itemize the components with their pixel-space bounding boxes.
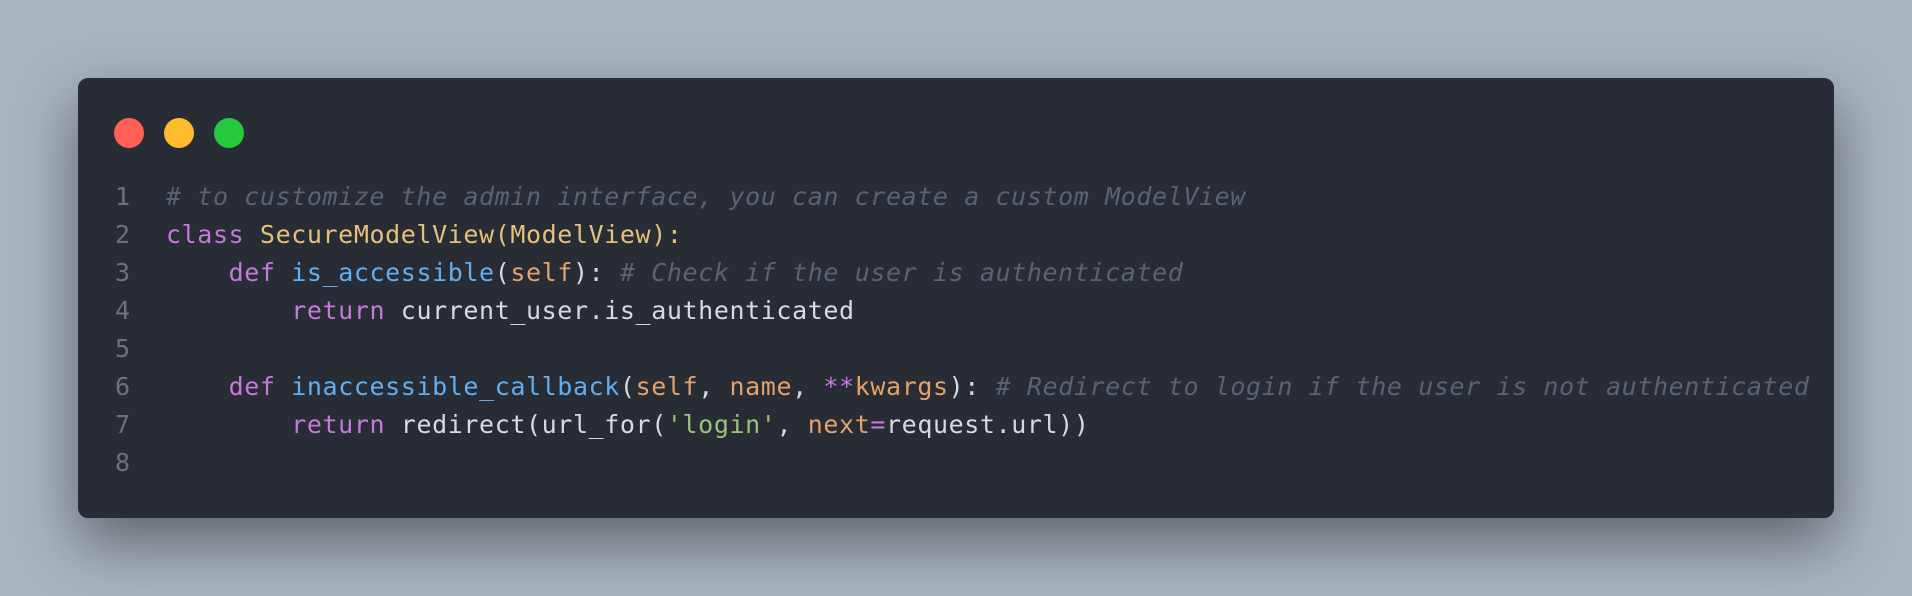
- code-token: ):: [572, 258, 620, 287]
- code-text: def inaccessible_callback(self, name, **…: [166, 368, 1810, 406]
- code-token: ):: [948, 372, 996, 401]
- code-token: def: [228, 258, 276, 287]
- code-line: 2 class SecureModelView(ModelView):: [78, 216, 1834, 254]
- code-text: return redirect(url_for('login', next=re…: [166, 406, 1089, 444]
- code-block: 1 # to customize the admin interface, you…: [78, 178, 1834, 482]
- code-token: return: [291, 296, 386, 325]
- line-number: 1: [114, 182, 130, 211]
- code-token: ,: [776, 410, 808, 439]
- code-token: (: [494, 258, 511, 287]
- code-token: ,: [698, 372, 730, 401]
- code-line: 4 return current_user.is_authenticated: [78, 292, 1834, 330]
- code-token: request.url)): [886, 410, 1090, 439]
- code-token: current_user.is_authenticated: [385, 296, 855, 325]
- code-token: =: [870, 410, 887, 439]
- code-token: # Redirect to login if the user is not a…: [995, 372, 1810, 401]
- code-token: ,: [792, 372, 824, 401]
- code-window: 1 # to customize the admin interface, you…: [78, 78, 1834, 518]
- code-token: def: [228, 372, 276, 401]
- code-token: # to customize the admin interface, you …: [166, 182, 1246, 211]
- code-line: 1 # to customize the admin interface, you…: [78, 178, 1834, 216]
- line-number: 8: [114, 448, 130, 477]
- close-dot-icon[interactable]: [114, 118, 144, 148]
- code-token: name: [729, 372, 793, 401]
- code-token: inaccessible_callback: [291, 372, 620, 401]
- code-text: # to customize the admin interface, you …: [166, 178, 1246, 216]
- code-token: class: [166, 220, 245, 249]
- minimize-dot-icon[interactable]: [164, 118, 194, 148]
- code-line: 7 return redirect(url_for('login', next=…: [78, 406, 1834, 444]
- code-token: is_accessible: [291, 258, 495, 287]
- code-token: (: [619, 372, 636, 401]
- code-token: kwargs: [854, 372, 949, 401]
- code-token: # Check if the user is authenticated: [619, 258, 1184, 287]
- code-token: **: [823, 372, 855, 401]
- code-text: return current_user.is_authenticated: [166, 292, 855, 330]
- code-token: self: [635, 372, 699, 401]
- code-token: 'login': [666, 410, 777, 439]
- code-text: def is_accessible(self): # Check if the …: [166, 254, 1183, 292]
- code-token: self: [510, 258, 573, 287]
- code-line: 3 def is_accessible(self): # Check if th…: [78, 254, 1834, 292]
- line-number: 6: [114, 372, 130, 401]
- code-line: 6 def inaccessible_callback(self, name, …: [78, 368, 1834, 406]
- code-text: class SecureModelView(ModelView):: [166, 216, 683, 254]
- line-number: 3: [114, 258, 130, 287]
- line-number: 2: [114, 220, 130, 249]
- code-token: redirect(url_for(: [385, 410, 667, 439]
- code-token: return: [291, 410, 386, 439]
- line-number: 5: [114, 334, 130, 363]
- code-line: 5: [78, 330, 1834, 368]
- code-line: 8: [78, 444, 1834, 482]
- line-number: 7: [114, 410, 130, 439]
- line-number: 4: [114, 296, 130, 325]
- code-token: next: [807, 410, 871, 439]
- window-controls: [114, 118, 244, 148]
- code-token: SecureModelView(ModelView):: [259, 220, 683, 249]
- maximize-dot-icon[interactable]: [214, 118, 244, 148]
